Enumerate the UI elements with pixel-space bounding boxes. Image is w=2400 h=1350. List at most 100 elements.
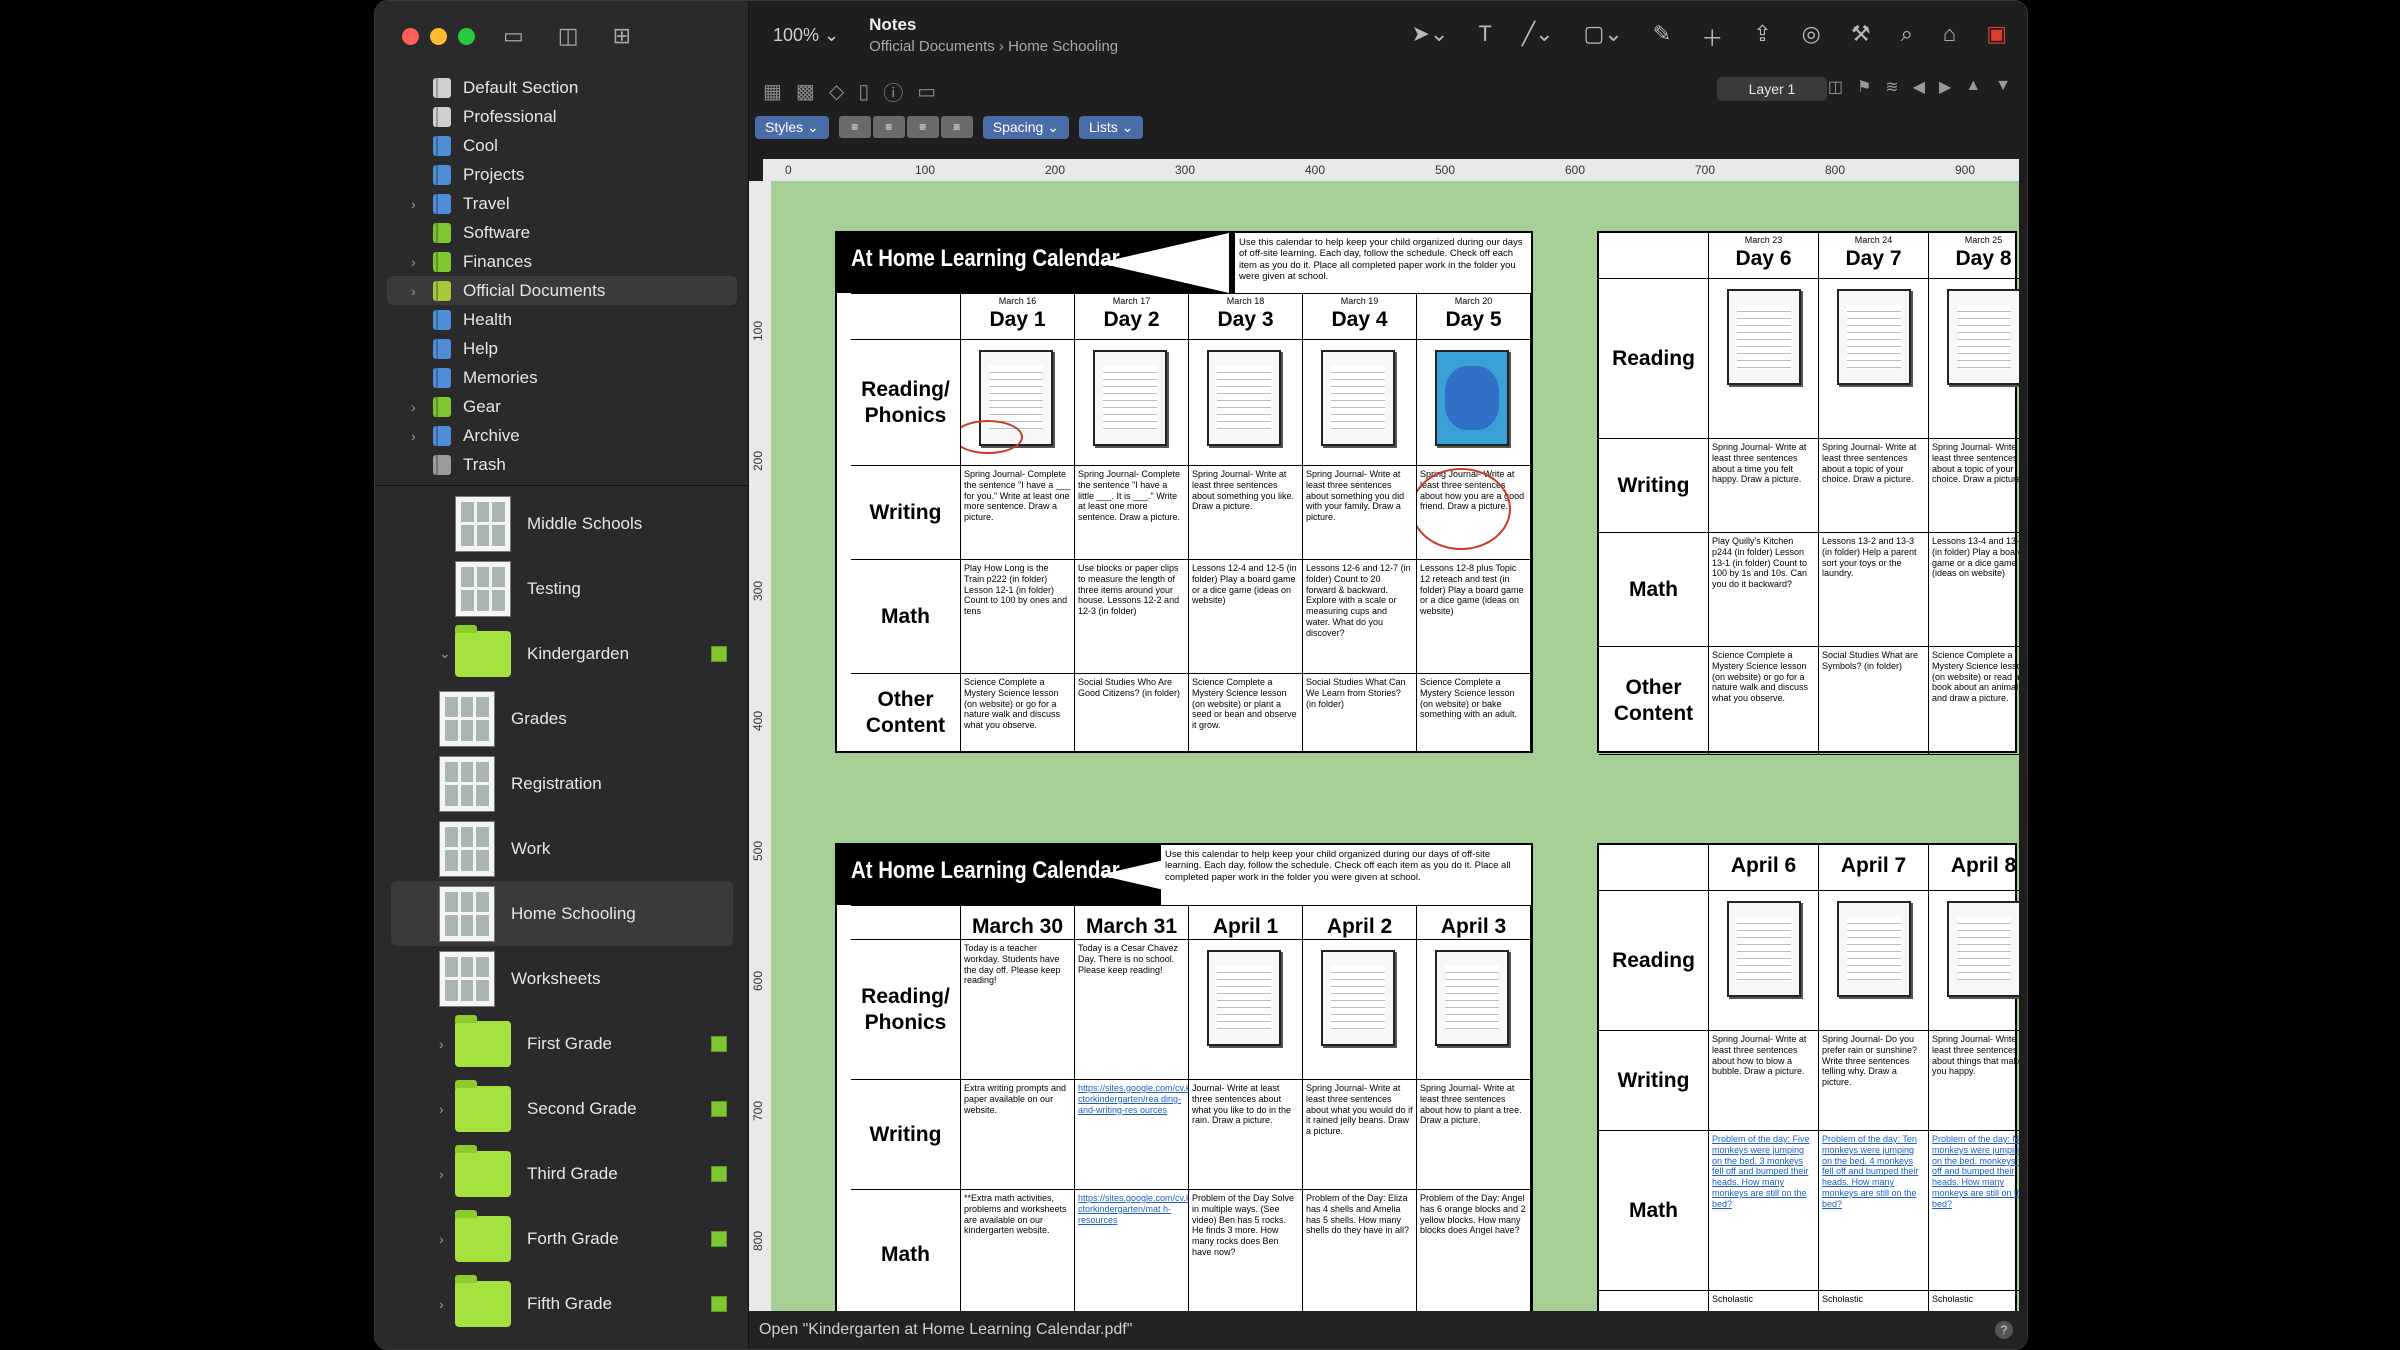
day-header: April 3	[1417, 906, 1531, 940]
section-item[interactable]: Cool	[375, 131, 749, 160]
calendar-page-1[interactable]: At Home Learning Calendar Use this calen…	[835, 231, 1533, 753]
zoom-dropdown[interactable]: 100% ⌄	[773, 25, 839, 46]
section-item[interactable]: › Archive	[375, 421, 749, 450]
chevron-right-icon[interactable]: ›	[411, 399, 416, 415]
stack-icon[interactable]: ≋	[1885, 77, 1898, 97]
columns-icon[interactable]: ◫	[1828, 77, 1843, 97]
calendar-icon[interactable]: ▣	[1986, 21, 2007, 53]
reading-cell	[1819, 891, 1929, 1031]
section-item[interactable]: Help	[375, 334, 749, 363]
pointer-icon[interactable]: ➤⌄	[1412, 21, 1449, 53]
bookmark-icon[interactable]: ⚑	[1857, 77, 1871, 97]
pen-tool-icon[interactable]: ✎	[1653, 21, 1671, 53]
search-icon[interactable]: ⌕	[1901, 21, 1913, 53]
add-icon[interactable]: ＋	[1701, 21, 1723, 53]
page-item[interactable]: › Fifth Grade	[375, 1271, 749, 1336]
section-item[interactable]: › Official Documents	[387, 276, 737, 305]
page-item[interactable]: › Third Grade	[375, 1141, 749, 1206]
section-item[interactable]: Professional	[375, 102, 749, 131]
chevron-down-icon[interactable]: ⌄	[439, 645, 451, 662]
arrow-down-icon[interactable]: ▼	[1995, 77, 2011, 97]
page-item[interactable]: Middle Schools	[375, 491, 749, 556]
document-title: Notes Official Documents › Home Schoolin…	[869, 15, 1118, 55]
shape-tool-icon[interactable]: ▢⌄	[1584, 21, 1623, 53]
worksheet-image	[1947, 901, 2019, 997]
library-icon[interactable]: ⌂	[1943, 21, 1956, 53]
align-justify-icon[interactable]: ≡	[906, 116, 939, 138]
inspector-icon[interactable]: ⚒	[1851, 21, 1871, 53]
new-page-icon[interactable]: ⊞	[613, 23, 631, 49]
page-item[interactable]: › First Grade	[375, 1011, 749, 1076]
spacing-dropdown[interactable]: Spacing ⌄	[982, 115, 1069, 139]
zoom-window-button[interactable]	[458, 28, 475, 45]
page-item[interactable]: Worksheets	[375, 946, 749, 1011]
share-icon[interactable]: ⇪	[1753, 21, 1771, 53]
section-item[interactable]: Health	[375, 305, 749, 334]
notebooks-icon[interactable]: ▭	[503, 23, 524, 49]
page-label: Middle Schools	[527, 513, 643, 533]
writing-cell: Spring Journal- Write at least three sen…	[1303, 1080, 1417, 1190]
layout-icon[interactable]: ▦	[763, 79, 782, 104]
page-item[interactable]: Grades	[375, 686, 749, 751]
chevron-right-icon[interactable]: ›	[439, 1231, 444, 1247]
tag-icon[interactable]: ◇	[829, 79, 844, 104]
chevron-right-icon[interactable]: ›	[439, 1166, 444, 1182]
text-tool-icon[interactable]: T	[1478, 21, 1491, 53]
arrow-right-icon[interactable]: ▶	[1939, 77, 1951, 97]
page-item[interactable]: › Forth Grade	[375, 1206, 749, 1271]
calendar-page-4[interactable]: April 6 April 7 April 8 Reading Writing Sprin…	[1597, 843, 2019, 1311]
align-center-icon[interactable]: ≡	[872, 116, 905, 138]
calendar-page-2[interactable]: March 23 Day 6 March 24 Day 7 March 25 Day 8R…	[1597, 231, 2019, 755]
arrow-up-icon[interactable]: ▲	[1965, 77, 1981, 97]
page-item[interactable]: Work	[375, 816, 749, 881]
writing-cell: Spring Journal- Write at least three sen…	[1929, 439, 2019, 533]
page-item[interactable]: Testing	[375, 556, 749, 621]
chevron-right-icon[interactable]: ›	[439, 1101, 444, 1117]
top-toolbar: 100% ⌄ Notes Official Documents › Home S…	[749, 1, 2027, 69]
notebook-icon	[433, 193, 451, 214]
day-date: April 2	[1326, 915, 1393, 938]
page-icon[interactable]: ▯	[858, 79, 869, 104]
layer-selector[interactable]: Layer 1	[1717, 77, 1827, 101]
page-item[interactable]: Registration	[375, 751, 749, 816]
section-item[interactable]: Default Section	[375, 73, 749, 102]
section-item[interactable]: › Travel	[375, 189, 749, 218]
calendar-title: At Home Learning Calendar	[851, 857, 1120, 884]
align-left-icon[interactable]: ≡	[838, 116, 871, 138]
chevron-right-icon[interactable]: ›	[411, 196, 416, 212]
minimize-window-button[interactable]	[430, 28, 447, 45]
page-item[interactable]: › Second Grade	[375, 1076, 749, 1141]
chevron-right-icon[interactable]: ›	[411, 283, 416, 299]
styles-dropdown[interactable]: Styles ⌄	[755, 115, 829, 139]
info-icon[interactable]: ⓘ	[883, 77, 903, 106]
page-canvas[interactable]: At Home Learning Calendar Use this calen…	[771, 181, 2019, 1311]
lists-dropdown[interactable]: Lists ⌄	[1078, 115, 1144, 139]
chevron-right-icon[interactable]: ›	[411, 254, 416, 270]
math-cell: Lessons 12-4 and 12-5 (in folder) Play a…	[1189, 560, 1303, 674]
chevron-right-icon[interactable]: ›	[439, 1296, 444, 1312]
section-item[interactable]: Software	[375, 218, 749, 247]
template-icon[interactable]: ▭	[917, 79, 936, 104]
close-window-button[interactable]	[402, 28, 419, 45]
calendar-grid: March 30 March 31 April 1 April 2 April 3 Rea…	[851, 905, 1531, 1311]
calendar-page-3[interactable]: At Home Learning Calendar Use this calen…	[835, 843, 1533, 1311]
arrow-left-icon[interactable]: ◀	[1913, 77, 1925, 97]
grid-icon[interactable]: ▩	[796, 79, 815, 104]
math-cell: Problem of the day: Nine monkeys were ju…	[1929, 1131, 2019, 1291]
page-item[interactable]: ⌄ Kindergarden	[375, 621, 749, 686]
section-item[interactable]: Projects	[375, 160, 749, 189]
section-item[interactable]: › Finances	[375, 247, 749, 276]
day-header: March 17 Day 2	[1075, 294, 1189, 340]
section-item[interactable]: Trash	[375, 450, 749, 479]
section-label: Help	[463, 338, 498, 358]
chevron-right-icon[interactable]: ›	[439, 1036, 444, 1052]
page-item[interactable]: Home Schooling	[391, 881, 733, 946]
line-tool-icon[interactable]: ╱⌄	[1522, 21, 1554, 53]
section-item[interactable]: Memories	[375, 363, 749, 392]
chevron-right-icon[interactable]: ›	[411, 428, 416, 444]
section-item[interactable]: › Gear	[375, 392, 749, 421]
audio-icon[interactable]: ◎	[1802, 21, 1821, 53]
sidebar-toggle-icon[interactable]: ◫	[558, 23, 579, 49]
align-right-icon[interactable]: ≡	[940, 116, 973, 138]
help-icon[interactable]: ?	[1995, 1321, 2013, 1339]
